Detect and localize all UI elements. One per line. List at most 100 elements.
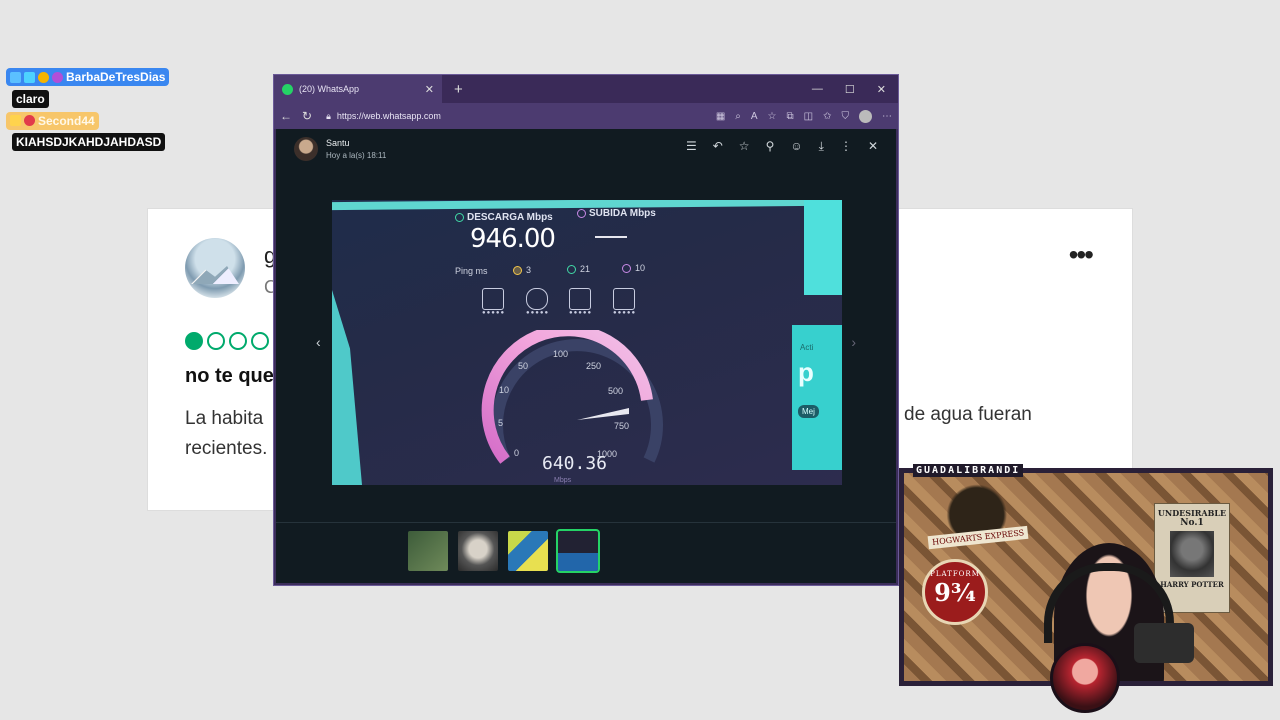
- thumbnail-item[interactable]: [508, 531, 548, 571]
- go-to-message-icon[interactable]: ☰: [686, 139, 697, 154]
- ping-down: 21: [567, 264, 590, 274]
- platform-sign: PLATFORM 9¾: [922, 559, 988, 625]
- gauge-needle: [577, 408, 629, 420]
- gauge-tick-5: 5: [498, 418, 504, 428]
- extensions-icon[interactable]: ⧉: [787, 111, 794, 122]
- download-label: DESCARGA Mbps: [455, 212, 553, 223]
- download-icon[interactable]: ⤓: [819, 139, 824, 154]
- upload-icon: [622, 263, 631, 273]
- pin-icon[interactable]: ⚲: [766, 139, 775, 154]
- ping-idle-icon: [513, 265, 522, 275]
- rating-bubble-empty: [207, 332, 225, 350]
- refresh-icon[interactable]: ↻: [302, 109, 312, 123]
- maximize-icon[interactable]: ☐: [845, 83, 855, 96]
- browsing-icon: [482, 288, 504, 310]
- chat-message-2: KIAHSDJKAHDJAHDASD: [12, 133, 166, 151]
- rating-bubble-filled: [185, 332, 203, 350]
- badge-icon: [38, 71, 49, 83]
- chevron-right-icon[interactable]: ›: [851, 334, 856, 350]
- upload-label: SUBIDA Mbps: [577, 208, 656, 219]
- chat-message-1: claro: [12, 89, 49, 108]
- favorites-icon[interactable]: ✩: [823, 111, 831, 122]
- rating-bubbles: [185, 332, 269, 350]
- thumbnail-item[interactable]: [458, 531, 498, 571]
- star-icon[interactable]: ☆: [739, 139, 750, 154]
- shield-icon[interactable]: ⛉: [842, 111, 850, 122]
- chat-username-2: Second44: [6, 111, 99, 130]
- microphone: [1134, 623, 1194, 663]
- gaming-icon: [526, 288, 548, 310]
- zoom-icon[interactable]: ⌕: [735, 111, 741, 122]
- stream-chat: BarbaDeTresDias claro Second44 KIAHSDJKA…: [6, 68, 170, 151]
- gauge-tick-10: 10: [499, 385, 510, 395]
- gauge-tick-0: 0: [514, 448, 520, 458]
- apps-icon[interactable]: ▦: [716, 111, 725, 122]
- back-icon[interactable]: ←: [280, 109, 292, 123]
- thumbnail-item-selected[interactable]: [556, 529, 600, 573]
- streamer-avatar: [1050, 643, 1120, 713]
- close-window-icon[interactable]: ✕: [877, 83, 886, 96]
- gauge-tick-50: 50: [518, 361, 529, 371]
- review-title: no te que: [185, 365, 274, 387]
- rating-bubble-empty: [251, 332, 269, 350]
- chat-username-1: BarbaDeTresDias: [6, 68, 170, 86]
- message-time: Hoy a la(s) 18:11: [326, 151, 387, 160]
- upload-placeholder: [595, 236, 627, 238]
- speed-unit: Mbps: [554, 477, 572, 484]
- review-body-right: de agua fueran: [904, 404, 1032, 425]
- review-body-left: La habita recientes.: [185, 408, 268, 459]
- browser-window: (20) WhatsApp ✕ + — ☐ ✕ ← ↻ 🔒︎ https://w…: [273, 74, 899, 586]
- favorite-icon[interactable]: ☆: [768, 111, 777, 122]
- badge-icon: [10, 71, 21, 83]
- speedtest-video[interactable]: Acti p Mej DESCARGA Mbps SUBIDA Mbps 946…: [332, 200, 842, 485]
- react-icon[interactable]: ☺: [790, 139, 802, 154]
- streaming-icon: [569, 288, 591, 310]
- current-speed: 640.36: [542, 453, 608, 474]
- minimize-icon[interactable]: —: [812, 83, 823, 96]
- url-field[interactable]: 🔒︎ https://web.whatsapp.com: [326, 111, 441, 122]
- gauge-tick-500: 500: [608, 386, 624, 396]
- download-icon: [455, 213, 464, 222]
- viewer-toolbar: ☰ ↶ ☆ ⚲ ☺ ⤓ ⋮ ✕: [686, 139, 878, 154]
- ping-label: Ping ms: [455, 266, 488, 276]
- more-vertical-icon[interactable]: ⋮: [840, 139, 852, 154]
- read-aloud-icon[interactable]: A: [751, 111, 758, 122]
- ping-up: 10: [622, 263, 645, 273]
- thumbnail-item[interactable]: [408, 531, 448, 571]
- promo-panel: Acti p Mej: [792, 325, 842, 470]
- video-call-icon: [613, 288, 635, 310]
- gauge-tick-100: 100: [553, 349, 569, 359]
- url-text: https://web.whatsapp.com: [336, 111, 441, 121]
- profile-icon[interactable]: [859, 109, 872, 123]
- thumbnail-strip: [408, 529, 600, 573]
- new-tab-icon[interactable]: +: [454, 81, 463, 98]
- viewer-header: Santu Hoy a la(s) 18:11: [294, 137, 386, 161]
- heart-icon: [52, 71, 63, 83]
- close-tab-icon[interactable]: ✕: [425, 83, 434, 96]
- ping-idle: 3: [513, 265, 531, 275]
- split-screen-icon[interactable]: ◫: [804, 111, 813, 122]
- more-options-icon[interactable]: •••: [1069, 239, 1094, 271]
- close-icon[interactable]: ✕: [868, 139, 878, 154]
- badge-icon: [24, 71, 35, 83]
- streamer-name: GUADALIBRANDI: [913, 464, 1024, 477]
- tab-bar: (20) WhatsApp ✕ + — ☐ ✕: [274, 75, 898, 103]
- sender-name: Santu: [326, 138, 350, 148]
- rating-bubble-empty: [229, 332, 247, 350]
- chevron-left-icon[interactable]: ‹: [316, 334, 321, 350]
- tab-title: (20) WhatsApp: [299, 84, 360, 94]
- upload-icon: [577, 209, 586, 218]
- media-viewer: Santu Hoy a la(s) 18:11 ☰ ↶ ☆ ⚲ ☺ ⤓ ⋮ ✕ …: [276, 129, 896, 583]
- reply-icon[interactable]: ↶: [713, 139, 723, 154]
- lock-icon: 🔒︎: [326, 110, 331, 121]
- sender-avatar[interactable]: [294, 137, 318, 161]
- download-value: 946.00: [470, 224, 556, 254]
- gauge-tick-750: 750: [614, 421, 630, 431]
- address-bar: ← ↻ 🔒︎ https://web.whatsapp.com ▦ ⌕ A ☆ …: [274, 103, 898, 129]
- reviewer-avatar: [185, 238, 245, 298]
- heart-icon: [24, 115, 35, 126]
- whatsapp-icon: [282, 83, 293, 95]
- menu-icon[interactable]: ⋯: [882, 111, 892, 122]
- tab-whatsapp[interactable]: (20) WhatsApp ✕: [274, 75, 442, 103]
- crown-icon: [10, 115, 21, 126]
